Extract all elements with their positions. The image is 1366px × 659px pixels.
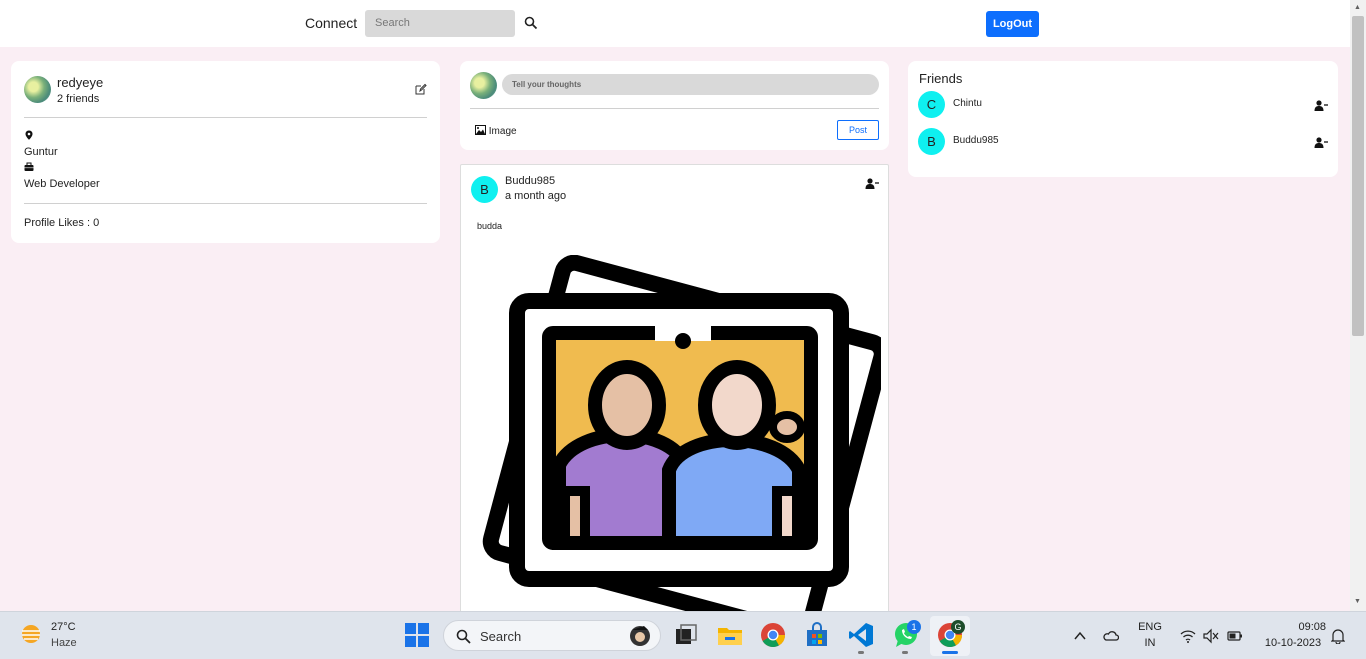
- language-bottom[interactable]: IN: [1136, 637, 1164, 649]
- clock-time[interactable]: 09:08: [1268, 621, 1338, 633]
- profile-divider-top: [24, 117, 427, 118]
- whatsapp-running-indicator: [902, 651, 908, 654]
- vscode-running-indicator: [858, 651, 864, 654]
- file-explorer-icon[interactable]: [717, 622, 743, 648]
- post-author-avatar[interactable]: B: [471, 176, 498, 203]
- friend-item[interactable]: C Chintu: [918, 91, 1328, 119]
- logout-button[interactable]: LogOut: [986, 11, 1039, 37]
- notification-bell-icon[interactable]: [1331, 628, 1345, 644]
- taskbar-search[interactable]: Search: [443, 620, 661, 651]
- weather-temperature[interactable]: 27°C: [51, 621, 76, 633]
- post-card: B Buddu985 a month ago budda: [460, 164, 889, 624]
- remove-friend-icon[interactable]: [865, 178, 879, 189]
- page-scrollbar[interactable]: ▲ ▼: [1350, 0, 1366, 611]
- onedrive-cloud-icon[interactable]: [1103, 628, 1119, 644]
- chrome-active-indicator: [942, 651, 958, 654]
- chrome-icon[interactable]: [760, 622, 786, 648]
- scrollbar-thumb[interactable]: [1352, 16, 1364, 336]
- profile-occupation: Web Developer: [24, 178, 100, 190]
- compose-card: Tell your thoughts Image Post: [460, 61, 889, 150]
- haze-weather-icon[interactable]: [20, 623, 42, 645]
- microsoft-store-icon[interactable]: [804, 622, 830, 648]
- friend-item[interactable]: B Buddu985: [918, 128, 1328, 156]
- search-input[interactable]: Search: [365, 10, 515, 37]
- profile-name[interactable]: redyeye: [57, 75, 103, 90]
- scroll-down-icon[interactable]: ▼: [1354, 598, 1361, 605]
- top-navbar: Connect Search LogOut: [0, 0, 1350, 47]
- profile-avatar[interactable]: [24, 76, 51, 103]
- language-top[interactable]: ENG: [1136, 621, 1164, 633]
- vscode-icon[interactable]: [848, 622, 874, 648]
- post-image[interactable]: [469, 255, 881, 615]
- compose-divider: [470, 108, 879, 109]
- search-highlight-icon: [630, 626, 650, 646]
- clock-date[interactable]: 10-10-2023: [1258, 637, 1328, 649]
- windows-start-icon[interactable]: [405, 623, 429, 647]
- post-author-name[interactable]: Buddu985: [505, 175, 555, 187]
- search-icon[interactable]: [524, 16, 538, 30]
- friends-card: Friends C Chintu B Buddu985: [908, 61, 1338, 177]
- profile-friends-count: 2 friends: [57, 93, 100, 105]
- add-image-label: Image: [488, 126, 517, 137]
- friend-name[interactable]: Buddu985: [953, 135, 999, 146]
- taskbar-search-label: Search: [480, 629, 522, 644]
- friend-avatar[interactable]: C: [918, 91, 945, 118]
- thoughts-input[interactable]: Tell your thoughts: [502, 74, 879, 95]
- add-image-button[interactable]: Image: [475, 125, 517, 137]
- wifi-icon[interactable]: [1180, 628, 1196, 644]
- windows-taskbar: 27°C Haze Search 1 G ENG IN 09:08 10-10-…: [0, 611, 1366, 659]
- compose-avatar: [470, 72, 497, 99]
- chevron-up-icon[interactable]: [1072, 628, 1088, 644]
- chrome-profile-badge: G: [951, 620, 965, 634]
- speaker-muted-icon[interactable]: [1203, 628, 1219, 644]
- profile-divider-bottom: [24, 203, 427, 204]
- task-view-icon[interactable]: [673, 622, 699, 648]
- whatsapp-badge: 1: [907, 620, 921, 634]
- battery-icon[interactable]: [1227, 628, 1243, 644]
- edit-profile-icon[interactable]: [415, 83, 427, 95]
- profile-location: Guntur: [24, 146, 58, 158]
- remove-friend-icon[interactable]: [1314, 137, 1328, 148]
- friend-avatar[interactable]: B: [918, 128, 945, 155]
- image-icon: [475, 125, 486, 135]
- post-button[interactable]: Post: [837, 120, 879, 140]
- brand-logo[interactable]: Connect: [305, 15, 357, 31]
- profile-card: redyeye 2 friends Guntur Web Developer P…: [11, 61, 440, 243]
- remove-friend-icon[interactable]: [1314, 100, 1328, 111]
- briefcase-icon: [24, 162, 34, 171]
- location-icon: [25, 130, 33, 140]
- friend-name[interactable]: Chintu: [953, 98, 982, 109]
- friends-title: Friends: [919, 71, 963, 86]
- scroll-up-icon[interactable]: ▲: [1354, 4, 1361, 11]
- post-description: budda: [477, 221, 503, 231]
- post-timestamp: a month ago: [505, 190, 567, 202]
- weather-description[interactable]: Haze: [51, 637, 77, 649]
- taskbar-search-icon: [456, 629, 471, 644]
- profile-likes: Profile Likes : 0: [24, 217, 100, 229]
